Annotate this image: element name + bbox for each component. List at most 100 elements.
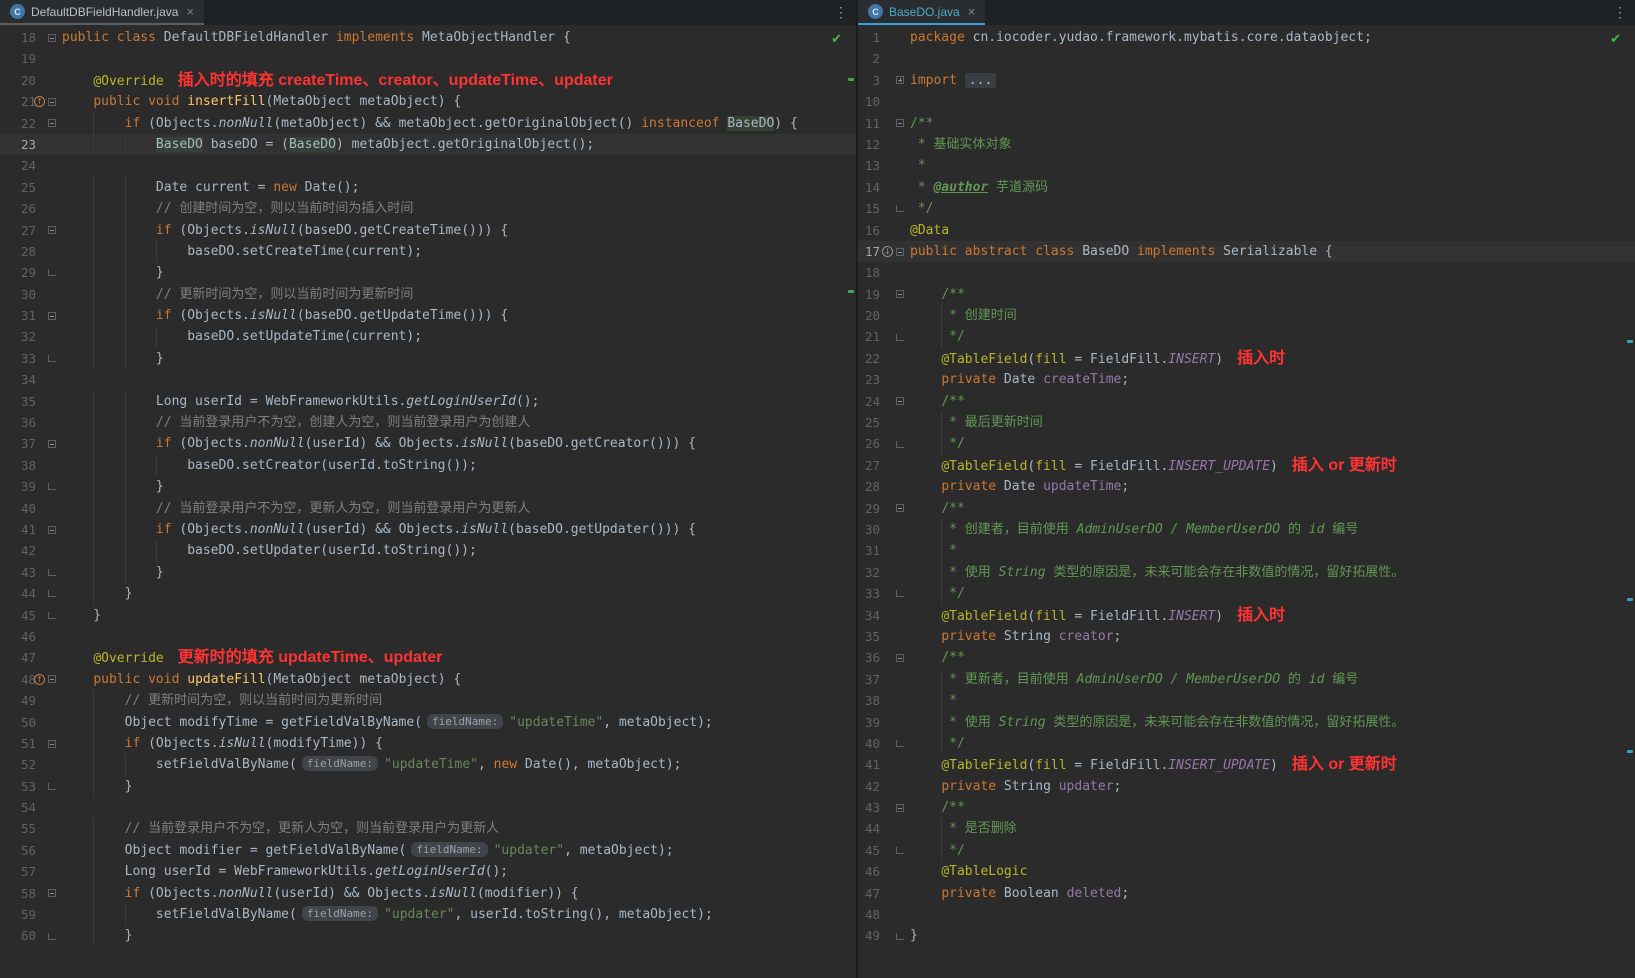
line-number[interactable]: 24	[0, 155, 36, 176]
code-line[interactable]: 51 if (Objects.isNull(modifyTime)) {	[0, 733, 856, 754]
fold-start-marker[interactable]	[48, 440, 56, 448]
close-icon[interactable]: ×	[968, 5, 976, 18]
line-number[interactable]: 48	[0, 669, 36, 690]
line-number[interactable]: 40	[0, 498, 36, 519]
line-number[interactable]: 19	[0, 48, 36, 69]
line-number[interactable]: 38	[858, 690, 880, 711]
line-number[interactable]: 2	[858, 48, 880, 69]
line-number[interactable]: 21	[858, 326, 880, 347]
code-line[interactable]: 21 */	[858, 326, 1635, 347]
code-line[interactable]: 40 // 当前登录用户不为空，更新人为空，则当前登录用户为更新人	[0, 498, 856, 519]
override-method-icon[interactable]: ↑	[34, 674, 45, 685]
kebab-menu-icon[interactable]: ⋮	[1605, 0, 1635, 25]
folded-region-ellipsis[interactable]: ...	[965, 73, 996, 88]
line-number[interactable]: 18	[858, 262, 880, 283]
code-line[interactable]: 58 if (Objects.nonNull(userId) && Object…	[0, 883, 856, 904]
code-line[interactable]: 19	[0, 48, 856, 69]
fold-end-marker[interactable]	[896, 441, 904, 448]
code-line[interactable]: 31 if (Objects.isNull(baseDO.getUpdateTi…	[0, 305, 856, 326]
code-line[interactable]: 2	[858, 48, 1635, 69]
line-number[interactable]: 52	[0, 754, 36, 775]
code-line[interactable]: 28 private Date updateTime;	[858, 476, 1635, 497]
line-number[interactable]: 32	[858, 562, 880, 583]
line-number[interactable]: 27	[0, 220, 36, 241]
line-number[interactable]: 12	[858, 134, 880, 155]
tab-basedo-java[interactable]: C BaseDO.java ×	[858, 0, 985, 25]
line-number[interactable]: 31	[858, 540, 880, 561]
kebab-menu-icon[interactable]: ⋮	[826, 0, 856, 25]
code-line[interactable]: 43 }	[0, 562, 856, 583]
line-number[interactable]: 43	[0, 562, 36, 583]
line-number[interactable]: 30	[858, 519, 880, 540]
line-number[interactable]: 35	[858, 626, 880, 647]
code-line[interactable]: 38 baseDO.setCreator(userId.toString());	[0, 455, 856, 476]
fold-start-marker[interactable]	[896, 504, 904, 512]
fold-end-marker[interactable]	[48, 269, 56, 276]
code-line[interactable]: 3import ...	[858, 70, 1635, 91]
code-line[interactable]: 21↑ public void insertFill(MetaObject me…	[0, 91, 856, 112]
line-number[interactable]: 42	[0, 540, 36, 561]
fold-start-marker[interactable]	[48, 34, 56, 42]
code-line[interactable]: 37 * 更新者，目前使用 AdminUserDO / MemberUserDO…	[858, 669, 1635, 690]
code-line[interactable]: 25 * 最后更新时间	[858, 412, 1635, 433]
line-number[interactable]: 28	[858, 476, 880, 497]
code-line[interactable]: 32 * 使用 String 类型的原因是，未来可能会存在非数值的情况，留好拓展…	[858, 562, 1635, 583]
code-line[interactable]: 42 baseDO.setUpdater(userId.toString());	[0, 540, 856, 561]
line-number[interactable]: 48	[858, 904, 880, 925]
fold-end-marker[interactable]	[48, 355, 56, 362]
fold-start-marker[interactable]	[48, 740, 56, 748]
line-number[interactable]: 20	[0, 70, 36, 91]
fold-start-marker[interactable]	[896, 119, 904, 127]
line-number[interactable]: 29	[0, 262, 36, 283]
code-line[interactable]: 18public class DefaultDBFieldHandler imp…	[0, 27, 856, 48]
line-number[interactable]: 35	[0, 391, 36, 412]
code-line[interactable]: 47 private Boolean deleted;	[858, 883, 1635, 904]
line-number[interactable]: 40	[858, 733, 880, 754]
code-line[interactable]: 15 */	[858, 198, 1635, 219]
fold-start-marker[interactable]	[48, 675, 56, 683]
fold-start-marker[interactable]	[896, 804, 904, 812]
code-line[interactable]: 1package cn.iocoder.yudao.framework.myba…	[858, 27, 1635, 48]
code-line[interactable]: 27 if (Objects.isNull(baseDO.getCreateTi…	[0, 220, 856, 241]
code-line[interactable]: 57 Long userId = WebFrameworkUtils.getLo…	[0, 861, 856, 882]
code-line[interactable]: 17↓public abstract class BaseDO implemen…	[858, 241, 1635, 262]
fold-end-marker[interactable]	[896, 334, 904, 341]
line-number[interactable]: 15	[858, 198, 880, 219]
line-number[interactable]: 59	[0, 904, 36, 925]
fold-start-marker[interactable]	[896, 248, 904, 256]
code-line[interactable]: 60 }	[0, 925, 856, 946]
code-line[interactable]: 40 */	[858, 733, 1635, 754]
line-number[interactable]: 56	[0, 840, 36, 861]
line-number[interactable]: 53	[0, 776, 36, 797]
code-line[interactable]: 54	[0, 797, 856, 818]
line-number[interactable]: 44	[858, 818, 880, 839]
line-number[interactable]: 54	[0, 797, 36, 818]
line-number[interactable]: 14	[858, 177, 880, 198]
code-line[interactable]: 38 *	[858, 690, 1635, 711]
code-line[interactable]: 11/**	[858, 113, 1635, 134]
code-line[interactable]: 23 private Date createTime;	[858, 369, 1635, 390]
line-number[interactable]: 36	[858, 647, 880, 668]
line-number[interactable]: 47	[0, 647, 36, 668]
scrollbar-error-stripe[interactable]	[846, 25, 856, 978]
code-line[interactable]: 46 @TableLogic	[858, 861, 1635, 882]
code-line[interactable]: 34 @TableField(fill = FieldFill.INSERT)插…	[858, 605, 1635, 626]
line-number[interactable]: 36	[0, 412, 36, 433]
fold-start-marker[interactable]	[896, 290, 904, 298]
line-number[interactable]: 55	[0, 818, 36, 839]
code-line[interactable]: 16@Data	[858, 220, 1635, 241]
line-number[interactable]: 26	[0, 198, 36, 219]
code-line[interactable]: 36 // 当前登录用户不为空，创建人为空，则当前登录用户为创建人	[0, 412, 856, 433]
code-line[interactable]: 39 * 使用 String 类型的原因是，未来可能会存在非数值的情况，留好拓展…	[858, 712, 1635, 733]
code-line[interactable]: 29 /**	[858, 498, 1635, 519]
code-line[interactable]: 50 Object modifyTime = getFieldValByName…	[0, 712, 856, 733]
override-method-icon[interactable]: ↑	[34, 96, 45, 107]
code-line[interactable]: 44 * 是否删除	[858, 818, 1635, 839]
close-icon[interactable]: ×	[186, 5, 194, 18]
line-number[interactable]: 46	[858, 861, 880, 882]
line-number[interactable]: 47	[858, 883, 880, 904]
code-line[interactable]: 43 /**	[858, 797, 1635, 818]
code-line[interactable]: 42 private String updater;	[858, 776, 1635, 797]
line-number[interactable]: 21	[0, 91, 36, 112]
code-line[interactable]: 14 * @author 芋道源码	[858, 177, 1635, 198]
